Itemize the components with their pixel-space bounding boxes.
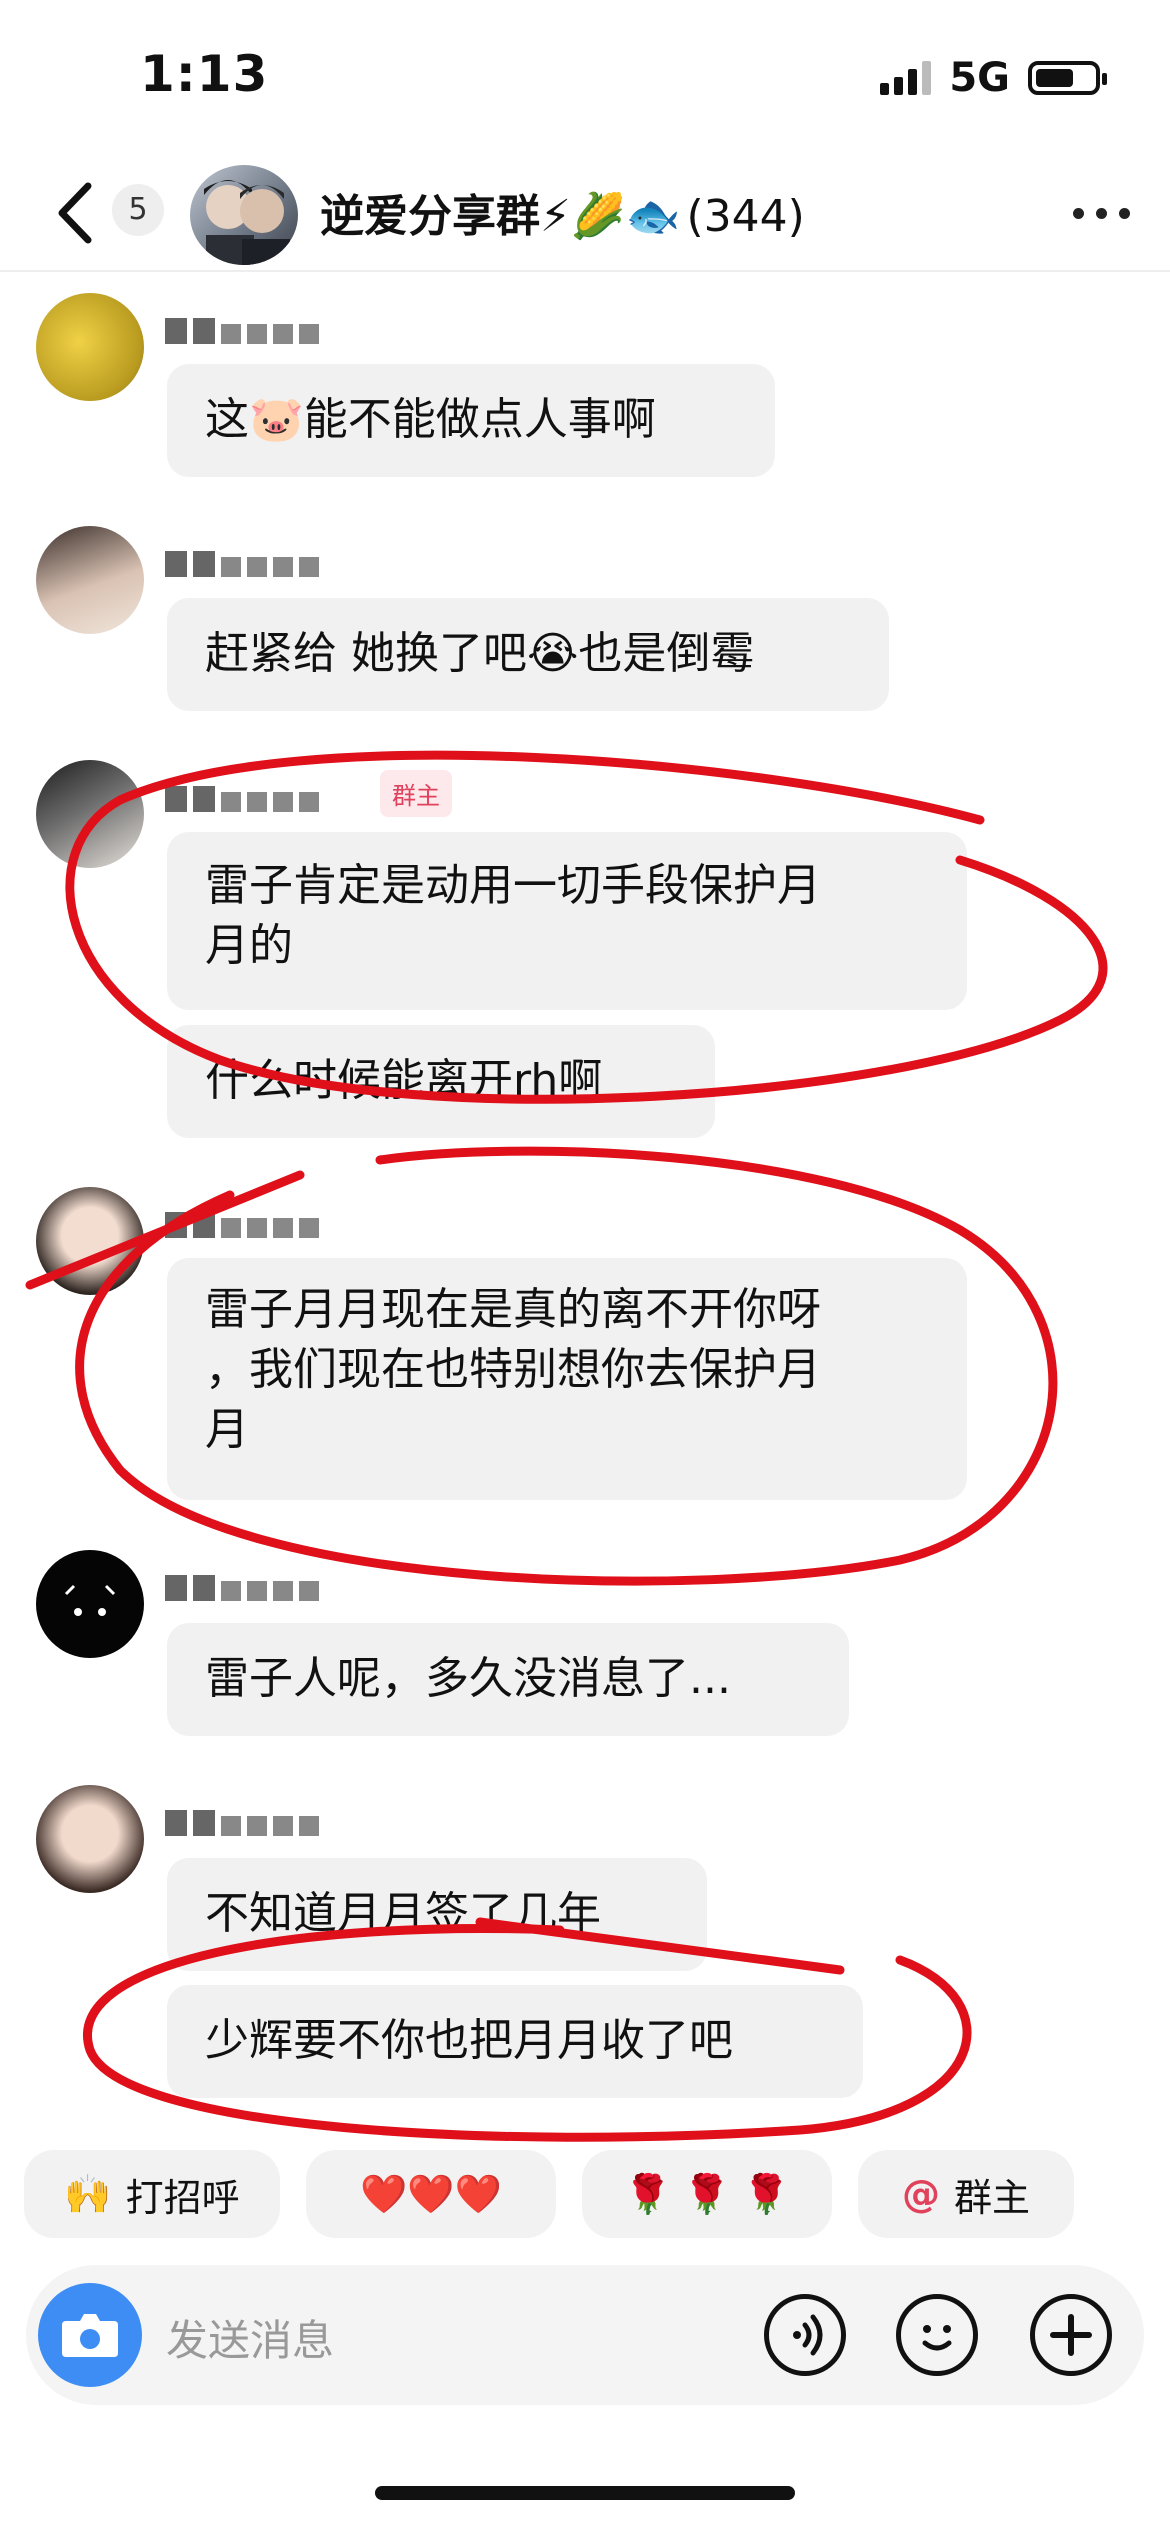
- quick-reply-roses[interactable]: 🌹 🌹 🌹: [582, 2150, 832, 2238]
- home-indicator: [375, 2486, 795, 2500]
- message-input-bar: 发送消息: [26, 2265, 1144, 2405]
- more-options-icon[interactable]: [1073, 208, 1130, 219]
- signal-icon: [880, 61, 932, 95]
- quick-reply-hearts[interactable]: ❤️❤️❤️: [306, 2150, 556, 2238]
- message-line: 月的: [205, 920, 293, 971]
- quick-reply-label: 🌹 🌹 🌹: [623, 2171, 791, 2216]
- sender-avatar[interactable]: [36, 760, 144, 868]
- member-count: (344): [686, 191, 805, 242]
- message-bubble[interactable]: 赶紧给 她换了吧😭也是倒霉: [167, 598, 889, 711]
- back-arrow-icon[interactable]: [48, 178, 108, 248]
- camera-button[interactable]: [38, 2283, 142, 2387]
- sender-name-blurred: [165, 1575, 319, 1601]
- sender-avatar[interactable]: [36, 293, 144, 401]
- message-bubble[interactable]: 什么时候能离开rh啊: [167, 1025, 715, 1138]
- sender-name-blurred: [165, 1810, 319, 1836]
- battery-icon: [1028, 61, 1107, 95]
- camera-icon: [62, 2314, 118, 2357]
- group-title[interactable]: 逆爱分享群⚡🌽🐟 (344): [320, 180, 805, 244]
- sender-avatar[interactable]: [36, 1550, 144, 1658]
- network-label: 5G: [949, 55, 1010, 101]
- chat-header: 5 逆爱分享群⚡🌽🐟 (344): [0, 160, 1170, 272]
- add-button[interactable]: [1030, 2294, 1112, 2376]
- message-input[interactable]: 发送消息: [166, 2307, 334, 2368]
- status-time: 1:13: [140, 45, 269, 103]
- sender-name-blurred: [165, 786, 319, 812]
- message-bubble[interactable]: 少辉要不你也把月月收了吧: [167, 1985, 863, 2098]
- voice-button[interactable]: [764, 2294, 846, 2376]
- message-bubble[interactable]: 雷子月月现在是真的离不开你呀 ，我们现在也特别想你去保护月 月: [167, 1258, 967, 1500]
- sender-avatar[interactable]: [36, 1187, 144, 1295]
- sender-name-blurred: [165, 1212, 319, 1238]
- message-line: 月: [205, 1404, 249, 1455]
- quick-reply-label: 打招呼: [125, 2175, 240, 2220]
- group-name: 逆爱分享群⚡🌽🐟: [320, 191, 681, 242]
- message-line: 雷子月月现在是真的离不开你呀: [205, 1284, 821, 1335]
- message-line: ，我们现在也特别想你去保护月: [205, 1344, 821, 1395]
- message-bubble[interactable]: 雷子人呢，多久没消息了...: [167, 1623, 849, 1736]
- group-avatar[interactable]: [190, 165, 298, 265]
- quick-reply-label: 群主: [953, 2175, 1030, 2220]
- plus-icon: [1050, 2314, 1092, 2356]
- message-bubble[interactable]: 雷子肯定是动用一切手段保护月 月的: [167, 832, 967, 1010]
- group-owner-badge: 群主: [380, 770, 452, 817]
- smiley-face-icon: [922, 2325, 952, 2351]
- emoji-button[interactable]: [896, 2294, 978, 2376]
- unread-count-badge[interactable]: 5: [112, 184, 164, 236]
- at-sign-icon: @: [901, 2172, 940, 2216]
- message-line: 雷子肯定是动用一切手段保护月: [205, 860, 821, 911]
- message-bubble[interactable]: 不知道月月签了几年: [167, 1858, 707, 1971]
- greeting-hands-icon: 🙌: [64, 2171, 112, 2216]
- quick-reply-label: ❤️❤️❤️: [360, 2171, 502, 2216]
- message-bubble[interactable]: 这🐷能不能做点人事啊: [167, 364, 775, 477]
- quick-reply-greet[interactable]: 🙌 打招呼: [24, 2150, 280, 2238]
- sender-name-blurred: [165, 318, 319, 344]
- sender-avatar[interactable]: [36, 526, 144, 634]
- quick-reply-mention-owner[interactable]: @ 群主: [858, 2150, 1074, 2238]
- status-indicators: 5G: [880, 55, 1107, 101]
- sender-name-blurred: [165, 551, 319, 577]
- voice-icon: [793, 2314, 823, 2356]
- sender-avatar[interactable]: [36, 1785, 144, 1893]
